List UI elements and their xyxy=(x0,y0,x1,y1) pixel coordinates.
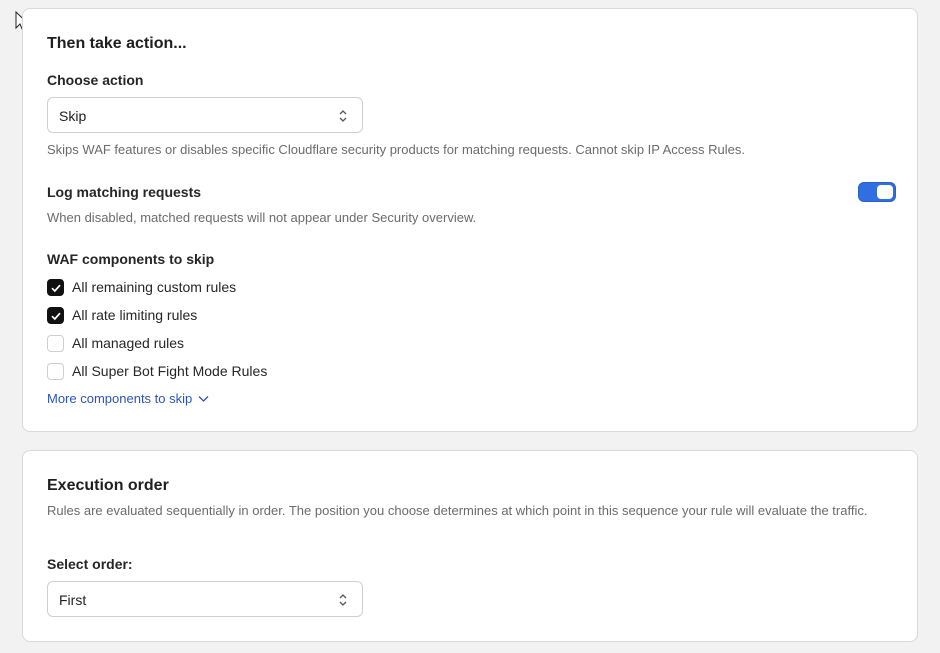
action-section-title: Then take action... xyxy=(47,35,187,52)
check-icon xyxy=(51,284,61,292)
chevron-up-down-icon xyxy=(339,594,347,606)
more-components-label: More components to skip xyxy=(47,391,193,406)
checkbox-checked[interactable] xyxy=(47,278,64,296)
check-icon xyxy=(51,312,61,320)
log-matching-label: Log matching requests xyxy=(47,184,202,200)
action-help-text: Skips WAF features or disables specific … xyxy=(47,142,745,157)
toggle-knob xyxy=(877,185,893,199)
action-select-value: Skip xyxy=(59,108,87,124)
chevron-up-down-icon xyxy=(339,110,347,122)
component-label: All rate limiting rules xyxy=(72,307,198,323)
checkbox-unchecked[interactable] xyxy=(47,362,64,380)
component-label: All remaining custom rules xyxy=(72,279,237,295)
action-card: Then take action... Choose action Skip S… xyxy=(22,8,918,432)
select-order-label: Select order: xyxy=(47,556,133,572)
chevron-down-icon xyxy=(198,395,209,402)
component-checkbox-row[interactable]: All rate limiting rules xyxy=(47,306,197,324)
choose-action-label: Choose action xyxy=(47,72,144,88)
execution-order-title: Execution order xyxy=(47,477,169,494)
action-select[interactable]: Skip xyxy=(47,97,363,133)
checkbox-unchecked[interactable] xyxy=(47,334,64,352)
checkbox-checked[interactable] xyxy=(47,306,64,324)
page: Then take action... Choose action Skip S… xyxy=(0,0,940,653)
order-select[interactable]: First xyxy=(47,581,363,617)
log-matching-toggle[interactable] xyxy=(858,182,896,202)
more-components-link[interactable]: More components to skip xyxy=(47,391,209,406)
component-label: All Super Bot Fight Mode Rules xyxy=(72,363,268,379)
component-checkbox-row[interactable]: All remaining custom rules xyxy=(47,278,236,296)
component-checkbox-row[interactable]: All managed rules xyxy=(47,334,184,352)
order-select-value: First xyxy=(59,592,87,608)
execution-order-card: Execution order Rules are evaluated sequ… xyxy=(22,450,918,642)
components-label: WAF components to skip xyxy=(47,251,215,267)
component-checkbox-row[interactable]: All Super Bot Fight Mode Rules xyxy=(47,362,267,380)
execution-order-help: Rules are evaluated sequentially in orde… xyxy=(47,503,868,518)
component-label: All managed rules xyxy=(72,335,185,351)
log-help-text: When disabled, matched requests will not… xyxy=(47,210,477,225)
